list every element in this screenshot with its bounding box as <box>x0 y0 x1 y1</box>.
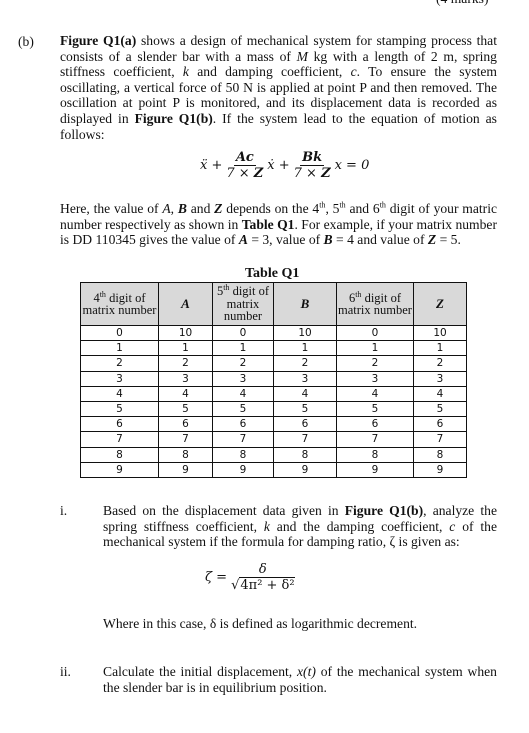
part-ii-text: Calculate the initial displacement, x(t)… <box>103 664 497 695</box>
part-i-numeral: i. <box>60 503 68 518</box>
figure-ref: Figure Q1(b) <box>344 503 424 518</box>
table-q1: 4th digit of matrix number A 5th digit o… <box>80 282 467 478</box>
table-cell: 1 <box>336 340 414 357</box>
table-cell: 4 <box>80 385 159 402</box>
table-cell: 5 <box>413 400 467 418</box>
marks-label: (4 marks) <box>436 0 488 7</box>
table-cell: 7 <box>413 431 467 448</box>
table-cell: 1 <box>212 340 274 357</box>
table-cell: 1 <box>273 340 337 357</box>
table-cell: 7 <box>336 431 414 448</box>
fraction-term2: Bk 7 × Z <box>293 150 331 181</box>
table-cell: 3 <box>336 370 414 387</box>
table-cell: 4 <box>413 385 467 402</box>
table-cell: 5 <box>80 400 159 418</box>
part-i-text: Based on the displacement data given in … <box>103 503 497 550</box>
table-cell: 3 <box>273 370 337 387</box>
table-cell: 8 <box>158 446 213 463</box>
table-cell: 6 <box>158 416 213 433</box>
table-cell: 8 <box>336 446 414 463</box>
table-cell: 2 <box>158 355 213 372</box>
table-row: 888888 <box>80 446 467 463</box>
header-5th-digit: 5th digit of matrix number <box>212 282 274 326</box>
table-title: Table Q1 <box>245 266 300 281</box>
table-cell: 4 <box>336 385 414 402</box>
table-cell: 6 <box>413 416 467 433</box>
table-cell: 1 <box>80 340 159 357</box>
damping-ratio-formula: ζ = δ √4π² + δ² <box>205 562 295 593</box>
table-cell: 0 <box>212 324 274 342</box>
table-cell: 3 <box>158 370 213 387</box>
table-cell: 8 <box>212 446 274 463</box>
header-b: B <box>273 282 337 326</box>
table-cell: 10 <box>158 324 213 342</box>
table-cell: 5 <box>158 400 213 418</box>
table-cell: 9 <box>336 461 414 478</box>
table-cell: 3 <box>212 370 274 387</box>
table-cell: 2 <box>336 355 414 372</box>
table-row: 222222 <box>80 355 467 372</box>
table-cell: 3 <box>413 370 467 387</box>
table-cell: 9 <box>80 461 159 478</box>
table-cell: 9 <box>413 461 467 478</box>
table-header-row: 4th digit of matrix number A 5th digit o… <box>80 282 467 326</box>
explanation-paragraph: Here, the value of A, B and Z depends on… <box>60 200 498 248</box>
table-cell: 4 <box>212 385 274 402</box>
table-row: 777777 <box>80 431 467 448</box>
table-row: 444444 <box>80 385 467 402</box>
table-row: 999999 <box>80 461 467 478</box>
table-cell: 6 <box>336 416 414 433</box>
header-a: A <box>158 282 213 326</box>
table-cell: 8 <box>273 446 337 463</box>
header-z: Z <box>413 282 467 326</box>
table-row: 111111 <box>80 340 467 357</box>
table-cell: 4 <box>273 385 337 402</box>
header-6th-digit: 6th digit of matrix number <box>336 282 414 326</box>
table-cell: 8 <box>80 446 159 463</box>
table-cell: 7 <box>158 431 213 448</box>
table-row: 555555 <box>80 400 467 418</box>
figure-ref: Figure Q1(b) <box>134 110 213 126</box>
table-cell: 8 <box>413 446 467 463</box>
table-cell: 5 <box>212 400 274 418</box>
table-cell: 5 <box>336 400 414 418</box>
table-ref: Table Q1 <box>241 216 295 232</box>
table-cell: 4 <box>158 385 213 402</box>
table-cell: 3 <box>80 370 159 387</box>
table-cell: 5 <box>273 400 337 418</box>
question-label: (b) <box>18 34 34 49</box>
table-cell: 9 <box>158 461 213 478</box>
figure-ref: Figure Q1(a) <box>60 33 137 48</box>
table-cell: 10 <box>273 324 337 342</box>
part-i-note: Where in this case, δ is defined as loga… <box>103 616 418 631</box>
table-cell: 7 <box>80 431 159 448</box>
table-cell: 2 <box>80 355 159 372</box>
table-cell: 2 <box>212 355 274 372</box>
table-cell: 6 <box>212 416 274 433</box>
table-cell: 10 <box>413 324 467 342</box>
table-row: 0 10 0 10 0 10 <box>80 324 467 342</box>
equation-of-motion: ẍ + Ac 7 × Z ẋ + Bk 7 × Z x = 0 <box>200 150 370 181</box>
table-cell: 6 <box>273 416 337 433</box>
table-cell: 0 <box>336 324 414 342</box>
table-row: 333333 <box>80 370 467 387</box>
table-row: 666666 <box>80 416 467 433</box>
table-cell: 9 <box>212 461 274 478</box>
table-cell: 0 <box>80 324 159 342</box>
table-cell: 1 <box>413 340 467 357</box>
table-cell: 2 <box>413 355 467 372</box>
fraction-term1: Ac 7 × Z <box>226 150 264 181</box>
question-intro: Figure Q1(a) shows a design of mechanica… <box>60 33 498 142</box>
part-ii-numeral: ii. <box>60 664 71 679</box>
table-cell: 9 <box>273 461 337 478</box>
table-cell: 7 <box>212 431 274 448</box>
table-cell: 1 <box>158 340 213 357</box>
header-4th-digit: 4th digit of matrix number <box>80 282 159 326</box>
table-cell: 6 <box>80 416 159 433</box>
table-cell: 7 <box>273 431 337 448</box>
table-cell: 2 <box>273 355 337 372</box>
